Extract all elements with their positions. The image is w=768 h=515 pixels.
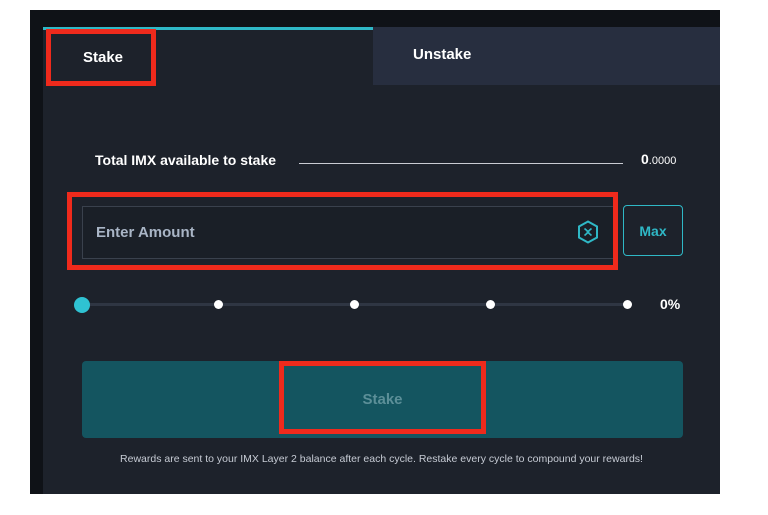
slider-percent: 0% xyxy=(660,296,681,312)
slider-stop-50[interactable] xyxy=(350,300,359,309)
highlight-stake-button xyxy=(279,361,486,434)
slider-stop-100[interactable] xyxy=(623,300,632,309)
total-available-value: 0.0000 xyxy=(641,151,676,167)
rewards-note: Rewards are sent to your IMX Layer 2 bal… xyxy=(120,453,643,465)
divider-line xyxy=(299,163,623,164)
max-button[interactable]: Max xyxy=(623,205,683,256)
slider-stop-25[interactable] xyxy=(214,300,223,309)
total-value-decimals: .0000 xyxy=(648,155,677,167)
slider-stop-75[interactable] xyxy=(486,300,495,309)
total-available-label: Total IMX available to stake xyxy=(95,152,277,168)
slider-handle[interactable] xyxy=(74,297,90,313)
total-value-integer: 0 xyxy=(641,151,649,167)
highlight-stake-tab xyxy=(46,29,156,86)
tab-unstake[interactable]: Unstake xyxy=(373,27,720,85)
tab-unstake-label: Unstake xyxy=(413,46,472,63)
highlight-amount-input xyxy=(67,192,618,270)
